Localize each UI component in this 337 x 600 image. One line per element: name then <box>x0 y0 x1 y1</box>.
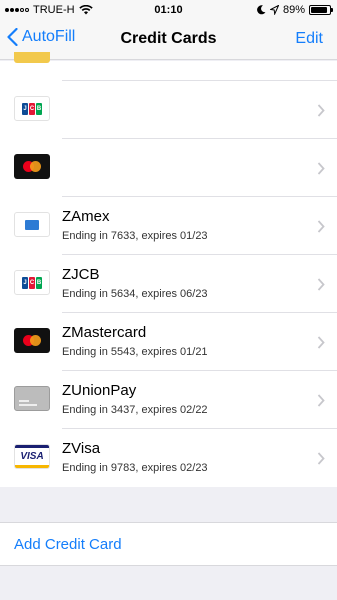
list-item-partial[interactable] <box>0 52 337 81</box>
card-name: ZUnionPay <box>62 382 137 399</box>
card-icon-partial <box>14 52 50 63</box>
card-row[interactable]: VISA ZVisa Ending in 9783, expires 02/23 <box>0 429 337 487</box>
card-row[interactable]: ZMastercard Ending in 5543, expires 01/2… <box>0 313 337 371</box>
jcb-card-icon: JCB <box>14 270 50 295</box>
card-row[interactable]: JCB ZJCB Ending in 5634, expires 06/23 <box>0 255 337 313</box>
location-arrow-icon <box>269 5 279 15</box>
amex-card-icon <box>14 212 50 237</box>
card-detail: Ending in 9783, expires 02/23 <box>62 462 208 474</box>
mastercard-card-icon <box>14 328 50 353</box>
mastercard-card-icon <box>14 154 50 179</box>
navigation-bar: AutoFill Credit Cards Edit <box>0 20 337 60</box>
card-row[interactable]: ZAmex Ending in 7633, expires 01/23 <box>0 197 337 255</box>
chevron-right-icon <box>317 278 325 291</box>
battery-icon <box>309 5 333 15</box>
credit-card-list: JCB ZAmex Ending in 7633, expires 01/23 <box>0 52 337 487</box>
visa-card-icon: VISA <box>14 444 50 469</box>
add-credit-card-button[interactable]: Add Credit Card <box>0 522 337 566</box>
card-row[interactable]: ZUnionPay Ending in 3437, expires 02/22 <box>0 371 337 429</box>
page-title: Credit Cards <box>120 30 217 47</box>
card-detail: Ending in 7633, expires 01/23 <box>62 230 208 242</box>
card-name: ZMastercard <box>62 324 147 341</box>
card-name: ZJCB <box>62 266 100 283</box>
card-detail: Ending in 5634, expires 06/23 <box>62 288 208 300</box>
add-credit-card-label: Add Credit Card <box>14 536 122 553</box>
status-bar: TRUE-H 01:10 89% <box>0 0 337 20</box>
card-row[interactable]: JCB <box>0 81 337 139</box>
card-name: ZAmex <box>62 208 110 225</box>
chevron-right-icon <box>317 336 325 349</box>
edit-button[interactable]: Edit <box>295 30 323 48</box>
chevron-right-icon <box>317 394 325 407</box>
unionpay-card-icon <box>14 386 50 411</box>
chevron-right-icon <box>317 104 325 117</box>
chevron-right-icon <box>317 162 325 175</box>
card-name: ZVisa <box>62 440 101 457</box>
status-right: 89% <box>257 4 333 16</box>
card-row[interactable] <box>0 139 337 197</box>
battery-percent: 89% <box>282 4 305 16</box>
chevron-right-icon <box>317 452 325 465</box>
jcb-card-icon: JCB <box>14 96 50 121</box>
moon-icon <box>257 5 266 15</box>
card-detail: Ending in 5543, expires 01/21 <box>62 346 208 358</box>
chevron-right-icon <box>317 220 325 233</box>
card-detail: Ending in 3437, expires 02/22 <box>62 404 208 416</box>
